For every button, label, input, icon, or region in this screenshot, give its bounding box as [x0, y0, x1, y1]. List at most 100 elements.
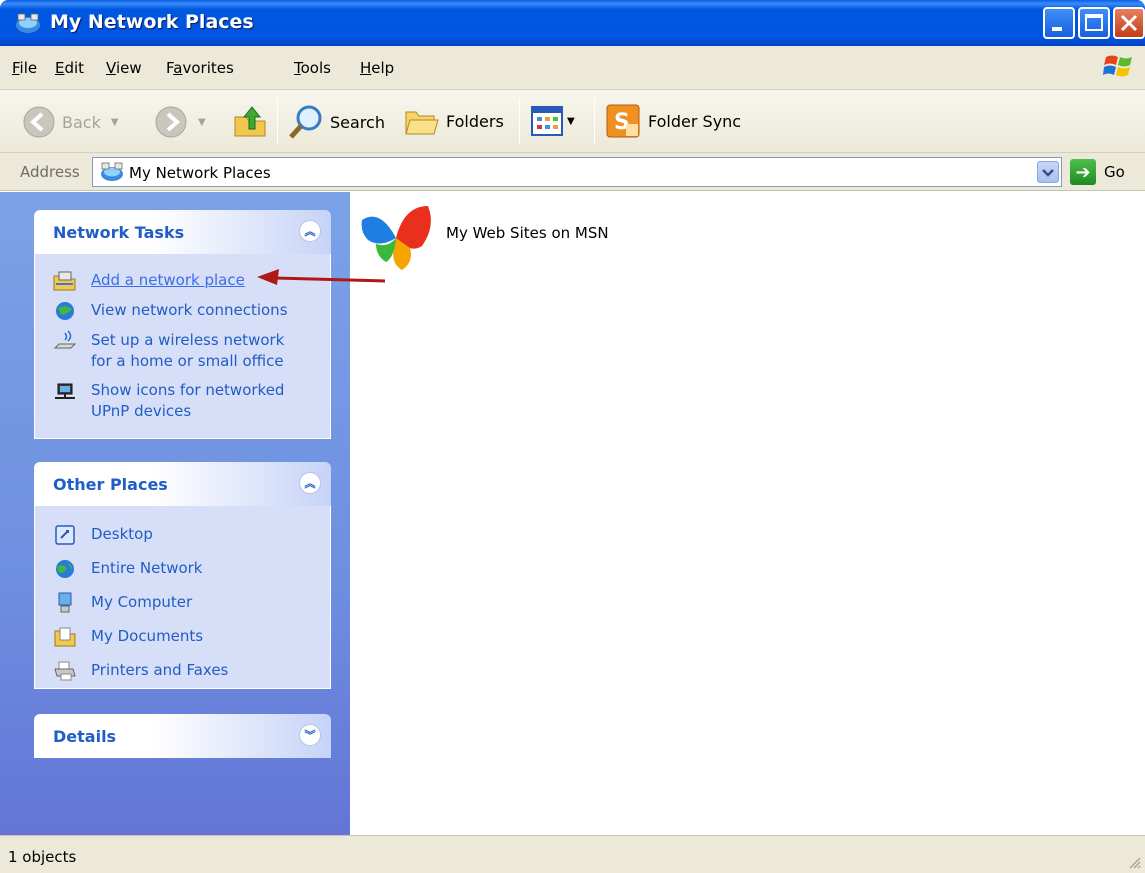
network-tasks-panel: Network Tasks ︽ Add a network place View… [34, 210, 331, 439]
network-places-icon [16, 13, 40, 33]
other-places-body: Desktop Entire Network My Computer My Do… [34, 506, 331, 689]
menu-help-label: elp [371, 59, 395, 77]
network-connections-icon [56, 302, 74, 320]
address-dropdown-button[interactable] [1037, 161, 1059, 183]
back-dropdown-icon[interactable]: ▼ [111, 117, 119, 128]
address-bar: Address My Network Places ➔ Go [0, 153, 1145, 191]
chevron-down-icon [1042, 169, 1054, 177]
menu-help-accel: H [360, 59, 372, 77]
maximize-button[interactable] [1078, 7, 1110, 39]
task-view-network-connections[interactable]: View network connections [35, 296, 330, 326]
task-setup-wireless[interactable]: Set up a wireless network for a home or … [35, 326, 330, 376]
menu-help[interactable]: Help [360, 59, 394, 77]
go-button[interactable]: ➔ Go [1070, 159, 1125, 185]
file-item-label: My Web Sites on MSN [446, 224, 609, 242]
views-dropdown-icon[interactable]: ▼ [567, 116, 575, 127]
views-button[interactable]: ▼ [531, 106, 575, 136]
folder-sync-button[interactable]: S Folder Sync [606, 104, 741, 138]
place-desktop[interactable]: Desktop [35, 518, 330, 552]
place-my-documents[interactable]: My Documents [35, 620, 330, 654]
task-label: Set up a wireless network for a home or … [91, 331, 285, 370]
other-places-title: Other Places [53, 475, 168, 494]
menu-file-accel: F [12, 59, 20, 77]
toolbar-separator [277, 98, 278, 144]
menu-view-label: iew [115, 59, 142, 77]
collapse-icon[interactable]: ︽ [299, 472, 321, 494]
minimize-icon [1052, 27, 1062, 31]
address-input[interactable]: My Network Places [92, 157, 1062, 187]
place-label: My Documents [91, 627, 204, 645]
computer-icon [58, 592, 72, 613]
menu-view-accel: V [106, 59, 116, 77]
folder-sync-label: Folder Sync [648, 111, 742, 131]
place-label: Desktop [91, 525, 153, 543]
menu-file-label: ile [19, 59, 38, 77]
other-places-panel: Other Places ︽ Desktop Entire Network My… [34, 462, 331, 689]
menu-file[interactable]: File [12, 59, 37, 77]
details-header[interactable]: Details ︾ [34, 714, 331, 758]
maximize-icon [1085, 14, 1103, 31]
forward-arrow-icon [155, 106, 187, 138]
back-arrow-icon [23, 106, 55, 138]
details-panel: Details ︾ [34, 714, 331, 758]
wireless-network-icon [53, 330, 77, 349]
menu-edit[interactable]: Edit [55, 59, 84, 77]
toolbar: Back ▼ ▼ Search Folders ▼ S Folder Sync [0, 90, 1145, 153]
folders-label: Folders [446, 111, 504, 131]
search-button[interactable]: Search [288, 104, 385, 140]
globe-icon [56, 560, 74, 578]
address-value: My Network Places [129, 164, 271, 182]
menu-tools[interactable]: Tools [294, 59, 331, 77]
views-icon [531, 106, 563, 136]
task-show-upnp-icons[interactable]: Show icons for networked UPnP devices [35, 376, 330, 426]
task-label: Add a network place [91, 271, 245, 289]
forward-button[interactable]: ▼ [154, 105, 206, 139]
close-icon [1120, 14, 1138, 32]
place-label: Printers and Faxes [91, 661, 229, 679]
printer-icon [54, 661, 76, 681]
task-label: Show icons for networked UPnP devices [91, 381, 285, 420]
place-label: Entire Network [91, 559, 203, 577]
menu-view[interactable]: View [106, 59, 142, 77]
search-label: Search [330, 112, 385, 132]
place-my-computer[interactable]: My Computer [35, 586, 330, 620]
close-button[interactable] [1113, 7, 1145, 39]
back-label: Back [62, 112, 101, 132]
place-entire-network[interactable]: Entire Network [35, 552, 330, 586]
network-tasks-title: Network Tasks [53, 223, 185, 242]
status-bar: 1 objects [0, 835, 1145, 873]
network-places-icon [101, 162, 123, 181]
details-title: Details [53, 727, 117, 746]
minimize-button[interactable] [1043, 7, 1075, 39]
folders-icon [405, 111, 439, 135]
desktop-icon [55, 525, 75, 545]
title-bar[interactable]: My Network Places [0, 0, 1145, 46]
menu-favorites[interactable]: Favorites [166, 59, 234, 77]
annotation-arrow-icon [257, 269, 386, 285]
forward-dropdown-icon[interactable]: ▼ [198, 117, 206, 128]
window-title: My Network Places [50, 11, 254, 33]
address-label: Address [20, 163, 80, 181]
place-printers-faxes[interactable]: Printers and Faxes [35, 654, 330, 688]
file-item-msn-web-sites[interactable]: My Web Sites on MSN [358, 202, 609, 274]
folders-button[interactable]: Folders [404, 104, 504, 138]
collapse-icon[interactable]: ︽ [299, 220, 321, 242]
add-network-place-icon [53, 271, 76, 291]
task-label: View network connections [91, 301, 288, 319]
windows-logo-icon [1103, 55, 1132, 77]
menu-bar: File Edit View Favorites Tools Help [0, 46, 1145, 90]
back-button[interactable]: Back ▼ [22, 105, 119, 139]
menu-favorites-label: vorites [182, 59, 234, 77]
menu-tools-accel: T [294, 59, 301, 77]
menu-tools-label: ools [300, 59, 331, 77]
other-places-header[interactable]: Other Places ︽ [34, 462, 331, 506]
network-tasks-header[interactable]: Network Tasks ︽ [34, 210, 331, 254]
up-folder-button[interactable] [232, 103, 268, 139]
msn-butterfly-icon [361, 206, 431, 270]
documents-folder-icon [54, 627, 76, 647]
place-label: My Computer [91, 593, 193, 611]
resize-grip-icon[interactable] [1127, 855, 1141, 869]
file-view[interactable]: My Web Sites on MSN [350, 192, 1145, 835]
expand-icon[interactable]: ︾ [299, 724, 321, 746]
upnp-device-icon [55, 383, 75, 399]
